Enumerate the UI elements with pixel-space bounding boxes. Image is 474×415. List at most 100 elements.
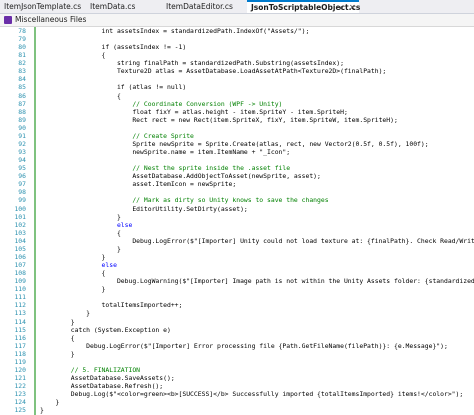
code-line[interactable]: 89 Rect rect = new Rect(item.SpriteX, fi…	[0, 116, 474, 124]
close-icon[interactable]: ✕	[349, 2, 356, 13]
code-line[interactable]: 84	[0, 75, 474, 83]
line-number: 93	[18, 148, 26, 157]
code-line[interactable]: 123 Debug.Log($"<color=green><b>[SUCCESS…	[0, 390, 474, 398]
line-number: 115	[14, 325, 26, 334]
line-number: 78	[18, 27, 26, 35]
code-line[interactable]: 94	[0, 156, 474, 164]
code-text: float fixY = atlas.height - item.SpriteY…	[40, 107, 348, 116]
tab-itemdata[interactable]: ItemData.cs	[86, 0, 166, 13]
tab-label: JsonToScriptableObject.cs	[251, 3, 361, 12]
code-line[interactable]: 118 }	[0, 350, 474, 358]
code-line[interactable]: 111	[0, 293, 474, 301]
navigation-bar: Miscellaneous Files	[0, 14, 474, 27]
code-line[interactable]: 114 }	[0, 318, 474, 326]
code-line[interactable]: 110 }	[0, 285, 474, 293]
code-text: else	[40, 261, 117, 270]
code-line[interactable]: 124 }	[0, 398, 474, 406]
code-line[interactable]: 82 string finalPath = standardizedPath.S…	[0, 59, 474, 67]
line-number: 85	[18, 83, 26, 92]
code-line[interactable]: 87 // Coordinate Conversion (WPF -> Unit…	[0, 100, 474, 108]
code-line[interactable]: 106 }	[0, 253, 474, 261]
code-text: if (atlas != null)	[40, 83, 187, 92]
line-number: 114	[14, 317, 26, 326]
code-line[interactable]: 105 }	[0, 245, 474, 253]
line-number: 79	[18, 35, 26, 44]
code-text: AssetDatabase.AddObjectToAsset(newSprite…	[40, 172, 321, 181]
line-number: 110	[14, 285, 26, 294]
code-text: Debug.LogError($"[Importer] Unity could …	[132, 236, 474, 245]
line-number: 83	[18, 67, 26, 76]
line-number: 116	[14, 333, 26, 342]
line-number: 80	[18, 43, 26, 52]
code-line[interactable]: 122 AssetDatabase.Refresh();	[0, 382, 474, 390]
line-number: 120	[14, 365, 26, 374]
code-text: // Create Sprite	[40, 131, 194, 140]
code-text: // Coordinate Conversion (WPF -> Unity)	[40, 99, 283, 108]
code-text: }	[40, 309, 91, 318]
code-line[interactable]: 108 {	[0, 269, 474, 277]
code-line[interactable]: 88 float fixY = atlas.height - item.Spri…	[0, 108, 474, 116]
code-line[interactable]: 119	[0, 358, 474, 366]
code-line[interactable]: 95 // Nest the sprite inside the .asset …	[0, 164, 474, 172]
line-number: 112	[14, 301, 26, 310]
code-line[interactable]: 112 totalItemsImported++;	[0, 301, 474, 309]
code-line[interactable]: 97 asset.ItemIcon = newSprite;	[0, 180, 474, 188]
code-line[interactable]: 104 Debug.LogError($"[Importer] Unity co…	[0, 237, 474, 245]
tab-itemjsontemplate[interactable]: ItemJsonTemplate.cs	[0, 0, 86, 13]
code-line[interactable]: 81 {	[0, 51, 474, 59]
code-text: string finalPath = standardizedPath.Subs…	[40, 59, 344, 68]
code-line[interactable]: 85 if (atlas != null)	[0, 83, 474, 91]
code-line[interactable]: 96 AssetDatabase.AddObjectToAsset(newSpr…	[0, 172, 474, 180]
code-line[interactable]: 117 Debug.LogError($"[Importer] Error pr…	[0, 342, 474, 350]
line-number: 98	[18, 188, 26, 197]
line-number: 91	[18, 131, 26, 140]
line-number: 84	[18, 75, 26, 84]
code-line[interactable]: 99 // Mark as dirty so Unity knows to sa…	[0, 196, 474, 204]
code-line[interactable]: 121 AssetDatabase.SaveAssets();	[0, 374, 474, 382]
code-text: {	[40, 51, 106, 60]
line-number: 86	[18, 91, 26, 100]
line-number: 81	[18, 51, 26, 60]
tab-itemdataeditor[interactable]: ItemDataEditor.cs	[162, 0, 246, 13]
line-number: 121	[14, 374, 26, 382]
project-dropdown[interactable]: Miscellaneous Files	[15, 14, 86, 26]
code-line[interactable]: 80 if (assetsIndex != -1)	[0, 43, 474, 51]
code-line[interactable]: 98	[0, 188, 474, 196]
code-line[interactable]: 78 int assetsIndex = standardizedPath.In…	[0, 27, 474, 35]
line-number: 99	[18, 196, 26, 205]
code-line[interactable]: 92 Sprite newSprite = Sprite.Create(atla…	[0, 140, 474, 148]
code-line[interactable]: 113 }	[0, 309, 474, 317]
line-number: 90	[18, 123, 26, 132]
code-text: }	[40, 398, 60, 407]
code-line[interactable]: 102 else	[0, 221, 474, 229]
code-line[interactable]: 91 // Create Sprite	[0, 132, 474, 140]
line-number: 95	[18, 164, 26, 173]
code-line[interactable]: 115 catch (System.Exception e)	[0, 326, 474, 334]
code-text: Debug.LogWarning($"[Importer] Image path…	[40, 277, 474, 286]
code-line[interactable]: 107 else	[0, 261, 474, 269]
code-editor[interactable]: 78 int assetsIndex = standardizedPath.In…	[0, 27, 474, 415]
line-number: 103	[14, 228, 26, 237]
code-line[interactable]: 93 newSprite.name = item.ItemName + "_Ic…	[0, 148, 474, 156]
line-number: 102	[14, 220, 26, 229]
code-line[interactable]: 79	[0, 35, 474, 43]
code-line[interactable]: 120 // 5. FINALIZATION	[0, 366, 474, 374]
code-text: }	[40, 349, 75, 358]
code-text: }	[40, 285, 106, 294]
code-line[interactable]: 100 EditorUtility.SetDirty(asset);	[0, 205, 474, 213]
line-number: 89	[18, 115, 26, 124]
code-text: Rect rect = new Rect(item.SpriteX, fixY,…	[40, 115, 398, 124]
code-line[interactable]: 109 Debug.LogWarning($"[Importer] Image …	[0, 277, 474, 285]
code-line[interactable]: 103 {	[0, 229, 474, 237]
code-line[interactable]: 101 }	[0, 213, 474, 221]
code-line[interactable]: 86 {	[0, 92, 474, 100]
code-text: int assetsIndex = standardizedPath.Index…	[40, 27, 310, 35]
code-text: Debug.Log($"<color=green><b>[SUCCESS]</b…	[40, 390, 464, 399]
code-line[interactable]: 116 {	[0, 334, 474, 342]
code-line[interactable]: 83 Texture2D atlas = AssetDatabase.LoadA…	[0, 67, 474, 75]
tab-jsontoscriptableobject[interactable]: JsonToScriptableObject.cs ⌖ ✕	[247, 0, 361, 13]
pin-icon[interactable]: ⌖	[339, 3, 343, 13]
code-line[interactable]: 125}	[0, 406, 474, 414]
code-line[interactable]: 90	[0, 124, 474, 132]
code-text: else	[40, 220, 133, 229]
